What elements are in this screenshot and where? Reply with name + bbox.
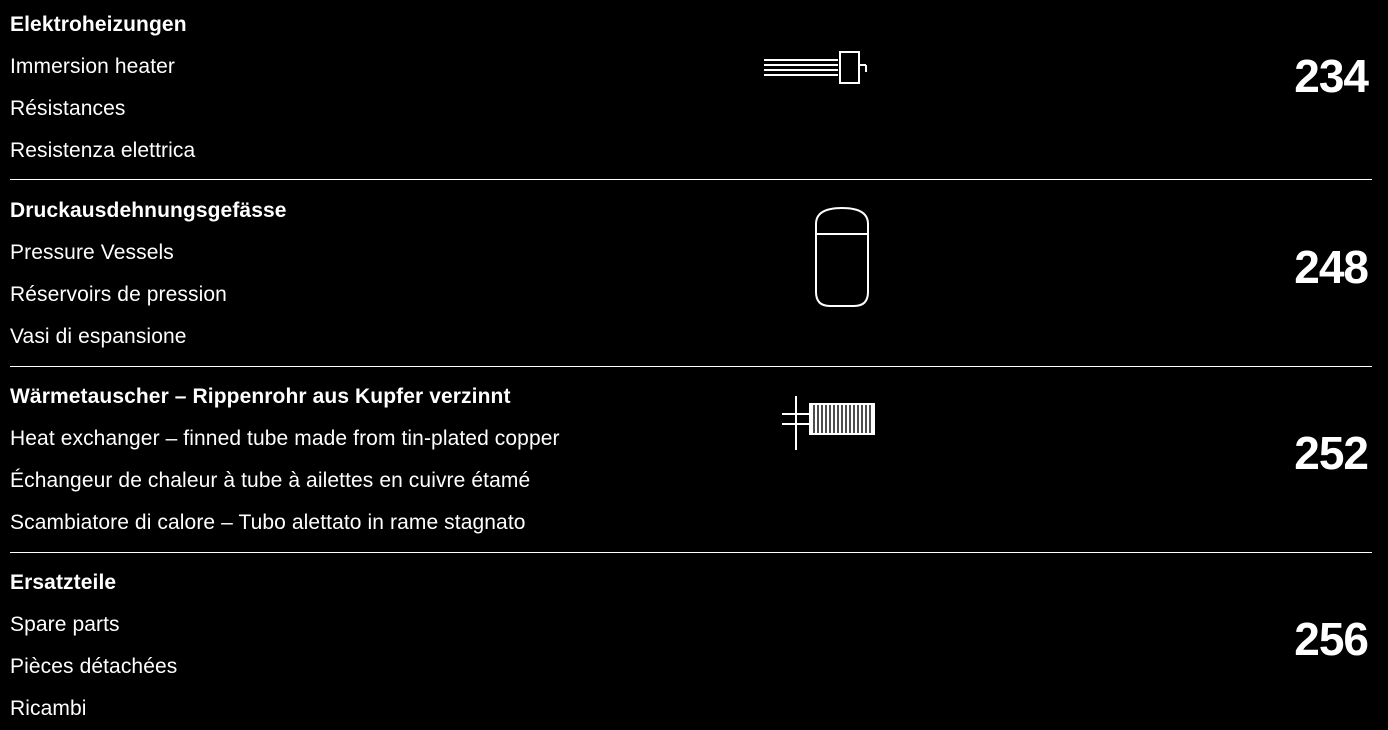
title-italian: Resistenza elettrica [10,139,196,162]
title-french: Résistances [10,97,126,120]
section-titles: Druckausdehnungsgefässe Pressure Vessels… [10,190,287,358]
divider [10,366,1372,367]
title-french: Échangeur de chaleur à tube à ailettes e… [10,469,531,492]
title-italian: Scambiatore di calore – Tubo alettato in… [10,511,526,534]
section-titles: Wärmetauscher – Rippenrohr aus Kupfer ve… [10,376,560,544]
section-titles: Elektroheizungen Immersion heater Résist… [10,4,195,172]
title-german: Druckausdehnungsgefässe [10,199,287,222]
title-english: Spare parts [10,613,120,636]
section-heat-exchanger: Wärmetauscher – Rippenrohr aus Kupfer ve… [0,376,1388,550]
section-spare-parts: Ersatzteile Spare parts Pièces détachées… [0,562,1388,720]
section-titles: Ersatzteile Spare parts Pièces détachées… [10,562,177,730]
title-italian: Vasi di espansione [10,325,187,348]
section-pressure-vessels: Druckausdehnungsgefässe Pressure Vessels… [0,190,1388,364]
title-french: Réservoirs de pression [10,283,227,306]
page-number: 256 [1294,613,1369,665]
pressure-vessel-icon [815,206,869,307]
finned-tube-heat-exchanger-icon [782,396,875,450]
section-immersion-heater: Elektroheizungen Immersion heater Résist… [0,4,1388,178]
title-english: Heat exchanger – finned tube made from t… [10,427,560,450]
divider [10,179,1372,180]
title-french: Pièces détachées [10,655,178,678]
immersion-heater-icon [764,51,867,84]
page-number: 234 [1294,50,1369,102]
title-italian: Ricambi [10,697,87,720]
title-german: Elektroheizungen [10,13,187,36]
title-german: Ersatzteile [10,571,117,594]
title-german: Wärmetauscher – Rippenrohr aus Kupfer ve… [10,385,511,408]
title-english: Immersion heater [10,55,175,78]
page-number: 248 [1294,241,1369,293]
title-english: Pressure Vessels [10,241,174,264]
page-number: 252 [1294,427,1369,479]
divider [10,552,1372,553]
